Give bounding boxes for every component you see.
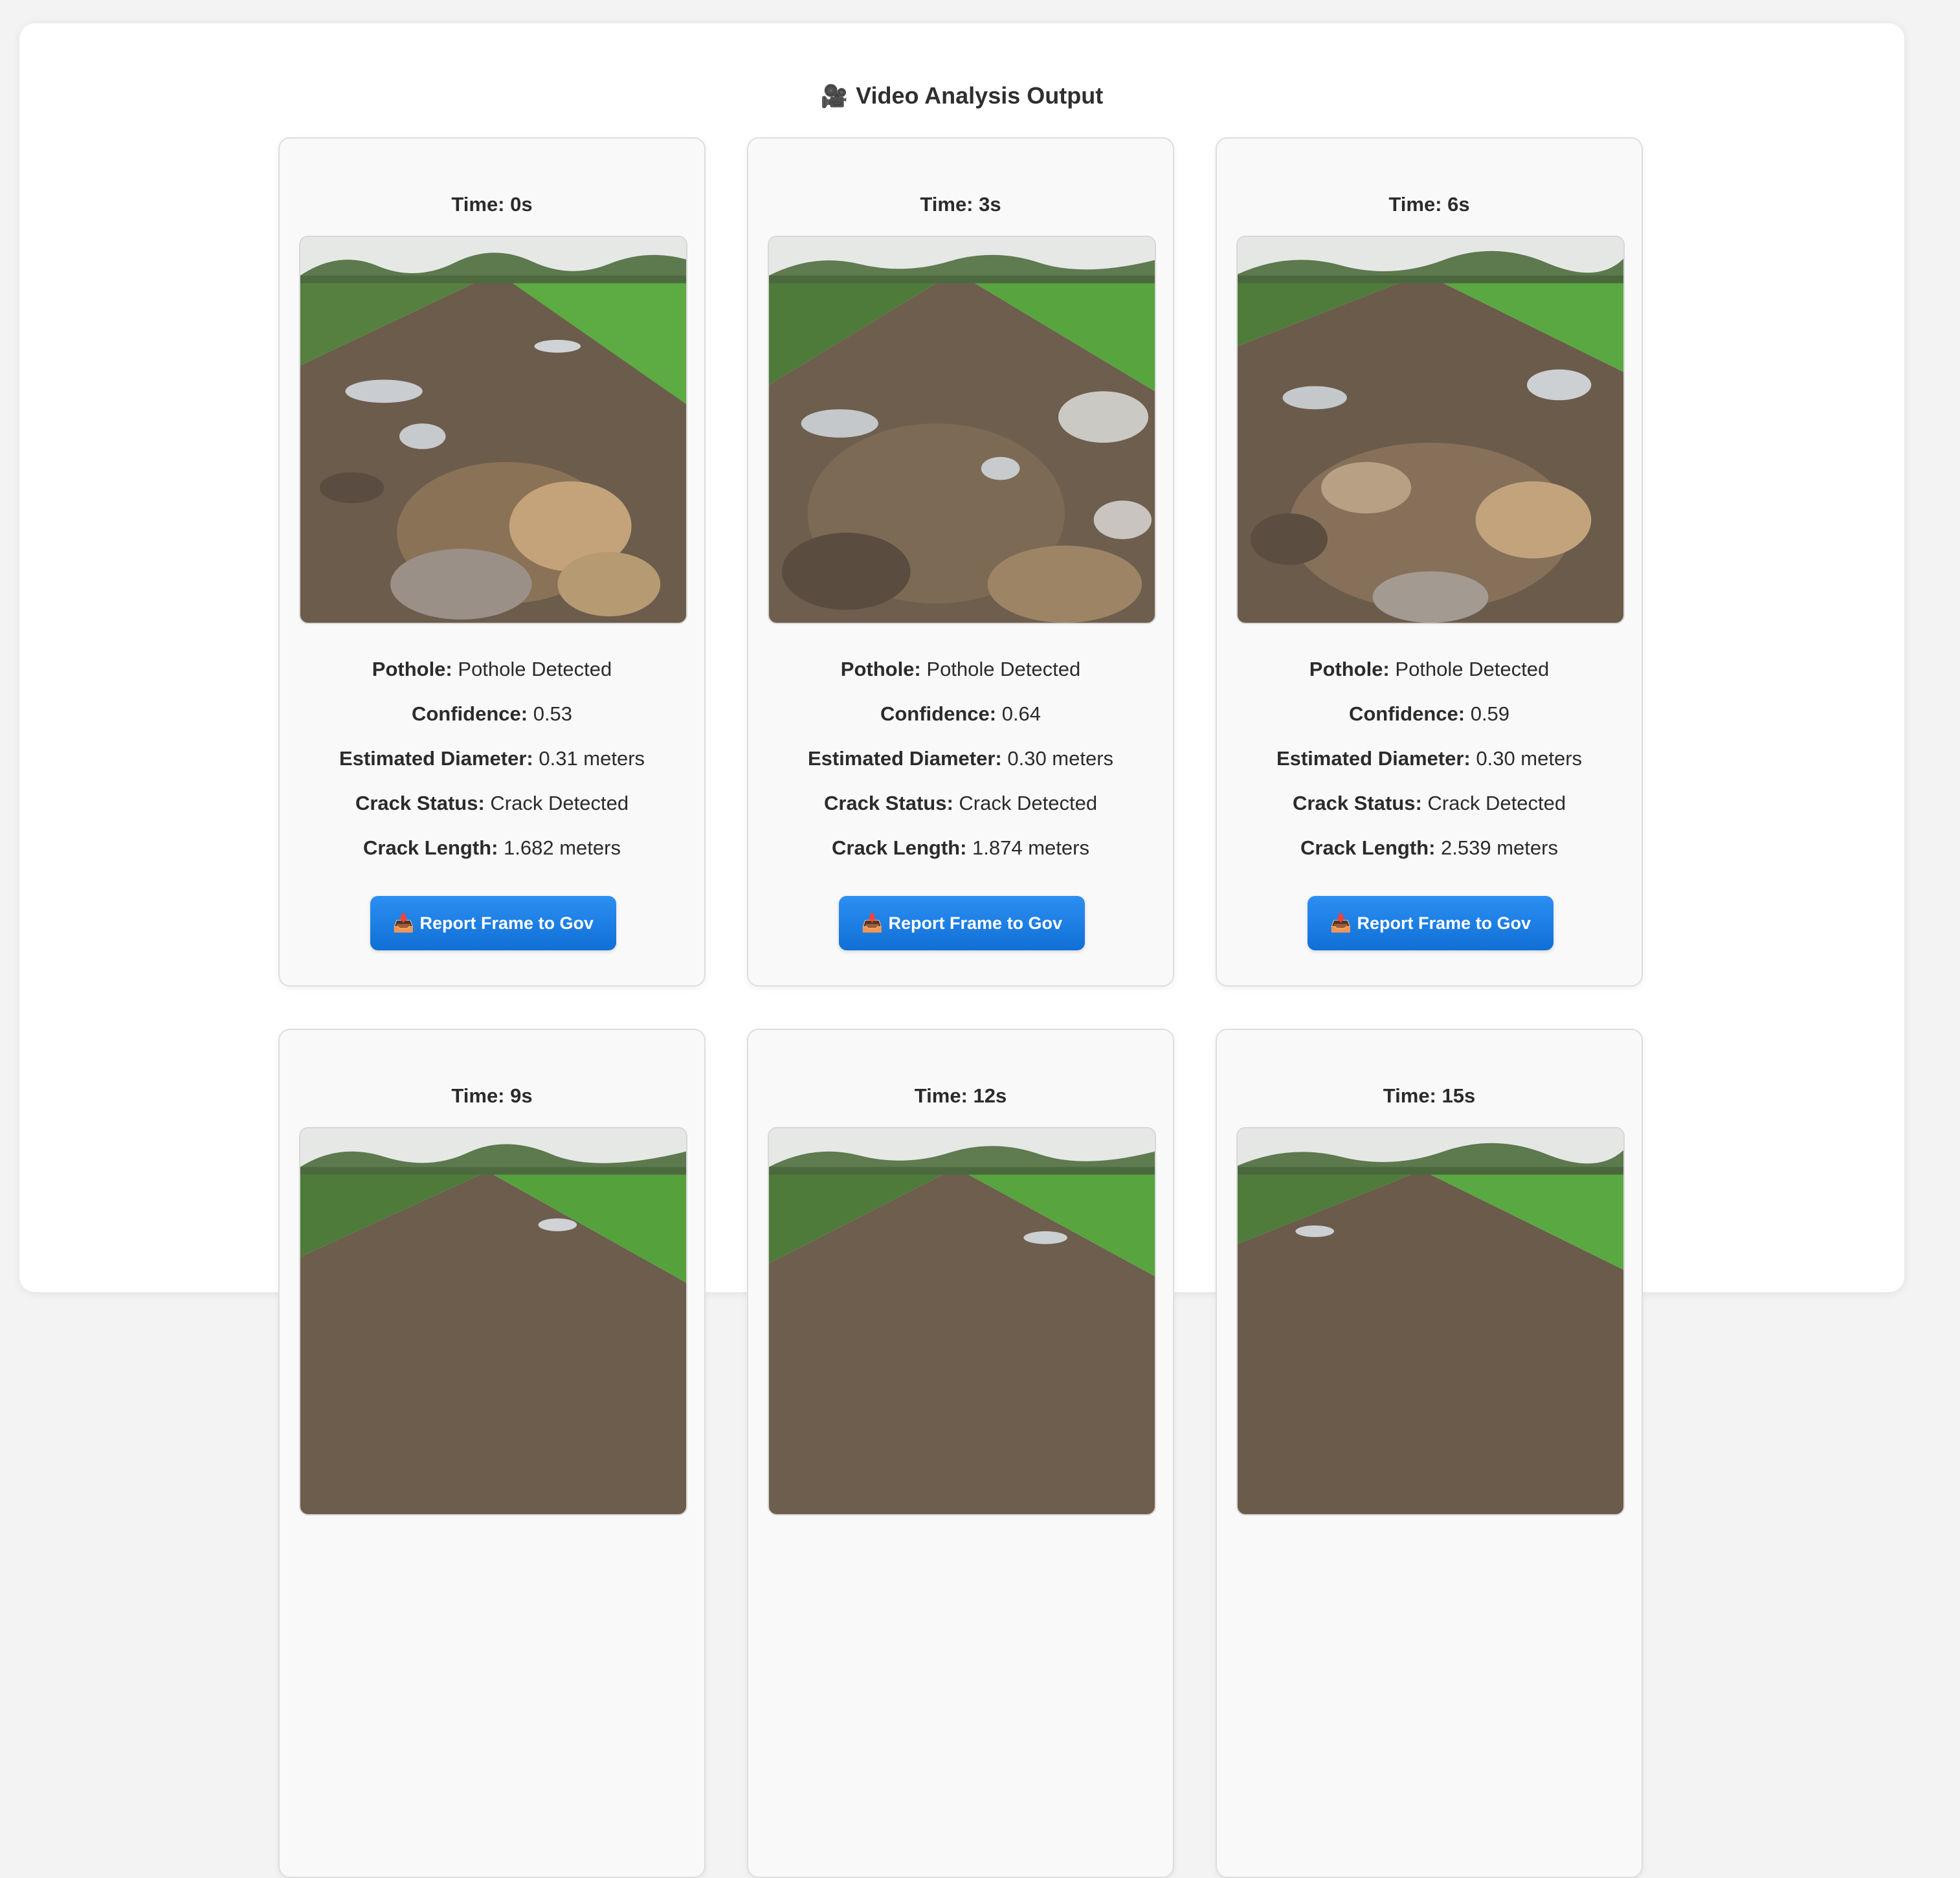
frame-card: Time: 6s Pothole: Pothole Detected Confi… — [1216, 137, 1643, 987]
crack-status: Crack Status: Crack Detected — [1292, 792, 1566, 814]
pothole-status: Pothole: Pothole Detected — [372, 658, 612, 680]
frame-image — [1236, 236, 1625, 624]
confidence-value: Confidence: 0.64 — [880, 702, 1041, 725]
results-panel: 🎥 Video Analysis Output Time: 0s Pothole… — [19, 23, 1904, 1878]
pothole-status: Pothole: Pothole Detected — [840, 658, 1081, 680]
frame-time: Time: 12s — [914, 1084, 1007, 1107]
report-frame-button[interactable]: 📥 Report Frame to Gov — [1308, 896, 1554, 950]
crack-status: Crack Status: Crack Detected — [355, 792, 629, 814]
confidence-value: Confidence: 0.59 — [1348, 702, 1510, 725]
page-title: 🎥 Video Analysis Output — [19, 80, 1904, 112]
frame-image — [299, 1127, 687, 1515]
crack-length: Crack Length: 1.682 meters — [363, 836, 621, 859]
crack-length: Crack Length: 2.539 meters — [1300, 836, 1558, 859]
frame-time: Time: 0s — [451, 193, 533, 216]
frame-card: Time: 3s Pothole: Pothole Detected Confi… — [747, 137, 1174, 987]
crack-length: Crack Length: 1.874 meters — [832, 836, 1089, 859]
frame-image — [768, 236, 1156, 624]
frame-card: Time: 12s — [747, 1029, 1174, 1878]
frame-time: Time: 9s — [451, 1084, 533, 1107]
inbox-tray-icon: 📥 — [392, 913, 415, 933]
frame-time: Time: 15s — [1383, 1084, 1476, 1107]
page-title-text: Video Analysis Output — [856, 82, 1104, 109]
frame-image — [1236, 1127, 1625, 1515]
frame-image — [299, 236, 687, 624]
crack-status: Crack Status: Crack Detected — [823, 792, 1098, 814]
frame-time: Time: 3s — [920, 193, 1001, 216]
video-camera-icon: 🎥 — [820, 84, 849, 109]
inbox-tray-icon: 📥 — [1330, 913, 1352, 933]
report-frame-button[interactable]: 📥 Report Frame to Gov — [370, 896, 616, 950]
pothole-status: Pothole: Pothole Detected — [1309, 658, 1550, 680]
report-frame-button[interactable]: 📥 Report Frame to Gov — [839, 896, 1085, 950]
frame-time: Time: 6s — [1388, 193, 1470, 216]
frame-image — [768, 1127, 1156, 1515]
diameter-value: Estimated Diameter: 0.30 meters — [807, 747, 1114, 770]
frame-card: Time: 15s — [1216, 1029, 1643, 1878]
frame-card: Time: 9s — [278, 1029, 706, 1878]
inbox-tray-icon: 📥 — [861, 913, 884, 933]
diameter-value: Estimated Diameter: 0.30 meters — [1276, 747, 1583, 770]
frame-card: Time: 0s Pothole: Pothole Detected Confi… — [278, 137, 706, 987]
diameter-value: Estimated Diameter: 0.31 meters — [339, 747, 645, 770]
confidence-value: Confidence: 0.53 — [411, 702, 573, 725]
